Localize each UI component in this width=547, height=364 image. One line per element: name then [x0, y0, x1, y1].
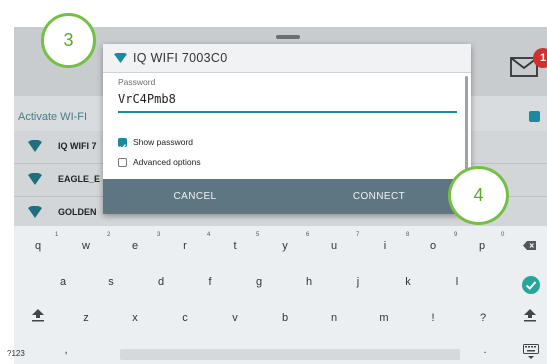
- key-number-hint: 2: [107, 232, 111, 238]
- password-underline: [118, 111, 457, 113]
- show-password-label: Show password: [133, 137, 194, 147]
- key[interactable]: u: [322, 240, 346, 252]
- key-number-hint: 6: [306, 232, 310, 238]
- key[interactable]: w: [74, 240, 98, 252]
- key[interactable]: s: [99, 276, 123, 288]
- key-number-hint: 1: [55, 232, 59, 238]
- symbols-key[interactable]: ?123: [7, 349, 25, 358]
- activate-wifi-checkbox[interactable]: [529, 111, 540, 122]
- activate-wifi-label: Activate WI-FI: [18, 111, 88, 123]
- pull-handle[interactable]: [276, 35, 300, 39]
- step-callout: 3: [41, 13, 96, 68]
- key-number-hint: 3: [157, 232, 161, 238]
- advanced-options-checkbox[interactable]: [118, 158, 127, 167]
- dialog-title: IQ WIFI 7003C0: [133, 51, 228, 65]
- key[interactable]: r: [173, 240, 197, 252]
- show-password-checkbox[interactable]: [118, 138, 127, 150]
- key[interactable]: !: [421, 312, 445, 324]
- dialog-scrollbar[interactable]: [465, 76, 468, 180]
- key[interactable]: g: [247, 276, 271, 288]
- key[interactable]: t: [223, 240, 247, 252]
- network-name: GOLDEN: [58, 207, 97, 217]
- backspace-icon[interactable]: [523, 241, 536, 250]
- key[interactable]: m: [372, 312, 396, 324]
- key[interactable]: h: [297, 276, 321, 288]
- key-number-hint: 8: [406, 232, 410, 238]
- shift-icon[interactable]: [31, 308, 45, 322]
- dialog-header: IQ WIFI 7003C0: [103, 44, 471, 73]
- shift-icon[interactable]: [523, 308, 537, 322]
- key[interactable]: j: [346, 276, 370, 288]
- period-key[interactable]: .: [473, 344, 497, 356]
- advanced-options-label: Advanced options: [133, 157, 201, 167]
- step-callout: 4: [448, 166, 509, 225]
- key[interactable]: z: [74, 312, 98, 324]
- notification-badge: 1: [533, 48, 547, 68]
- key[interactable]: i: [373, 240, 397, 252]
- key[interactable]: v: [223, 312, 247, 324]
- key[interactable]: e: [123, 240, 147, 252]
- key-number-hint: 5: [256, 232, 260, 238]
- wifi-icon: [28, 206, 42, 218]
- keyboard-hide-icon[interactable]: [523, 344, 539, 360]
- key-number-hint: 7: [356, 232, 360, 238]
- key[interactable]: p: [470, 240, 494, 252]
- key-number-hint: 9: [454, 232, 458, 238]
- key[interactable]: d: [149, 276, 173, 288]
- key[interactable]: n: [322, 312, 346, 324]
- soft-keyboard: q w e r t y u i o p 1 2 3 4 5 6 7 8 9 0 …: [7, 226, 547, 364]
- password-label: Password: [118, 77, 156, 87]
- key-number-hint: 0: [501, 232, 505, 238]
- space-bar[interactable]: [120, 349, 460, 360]
- key[interactable]: b: [273, 312, 297, 324]
- wifi-password-dialog: IQ WIFI 7003C0 Password VrC4Pmb8 Show pa…: [103, 44, 471, 214]
- key[interactable]: c: [173, 312, 197, 324]
- done-button[interactable]: [522, 276, 540, 294]
- network-name: EAGLE_E: [58, 174, 101, 184]
- key[interactable]: a: [51, 276, 75, 288]
- cancel-button[interactable]: CANCEL: [103, 179, 287, 214]
- wifi-icon: [28, 140, 42, 152]
- key[interactable]: o: [421, 240, 445, 252]
- key-number-hint: 4: [207, 232, 211, 238]
- key[interactable]: f: [198, 276, 222, 288]
- connect-button[interactable]: CONNECT: [287, 179, 471, 214]
- key[interactable]: ?: [471, 312, 495, 324]
- key[interactable]: y: [273, 240, 297, 252]
- dialog-button-bar: CANCEL CONNECT: [103, 179, 471, 214]
- key[interactable]: k: [396, 276, 420, 288]
- password-field[interactable]: VrC4Pmb8: [118, 92, 176, 106]
- wifi-icon: [28, 173, 42, 185]
- network-name: IQ WIFI 7: [58, 141, 97, 151]
- key[interactable]: l: [445, 276, 469, 288]
- key[interactable]: x: [123, 312, 147, 324]
- wifi-icon: [114, 53, 127, 63]
- key[interactable]: q: [26, 240, 50, 252]
- comma-key[interactable]: ,: [54, 344, 78, 356]
